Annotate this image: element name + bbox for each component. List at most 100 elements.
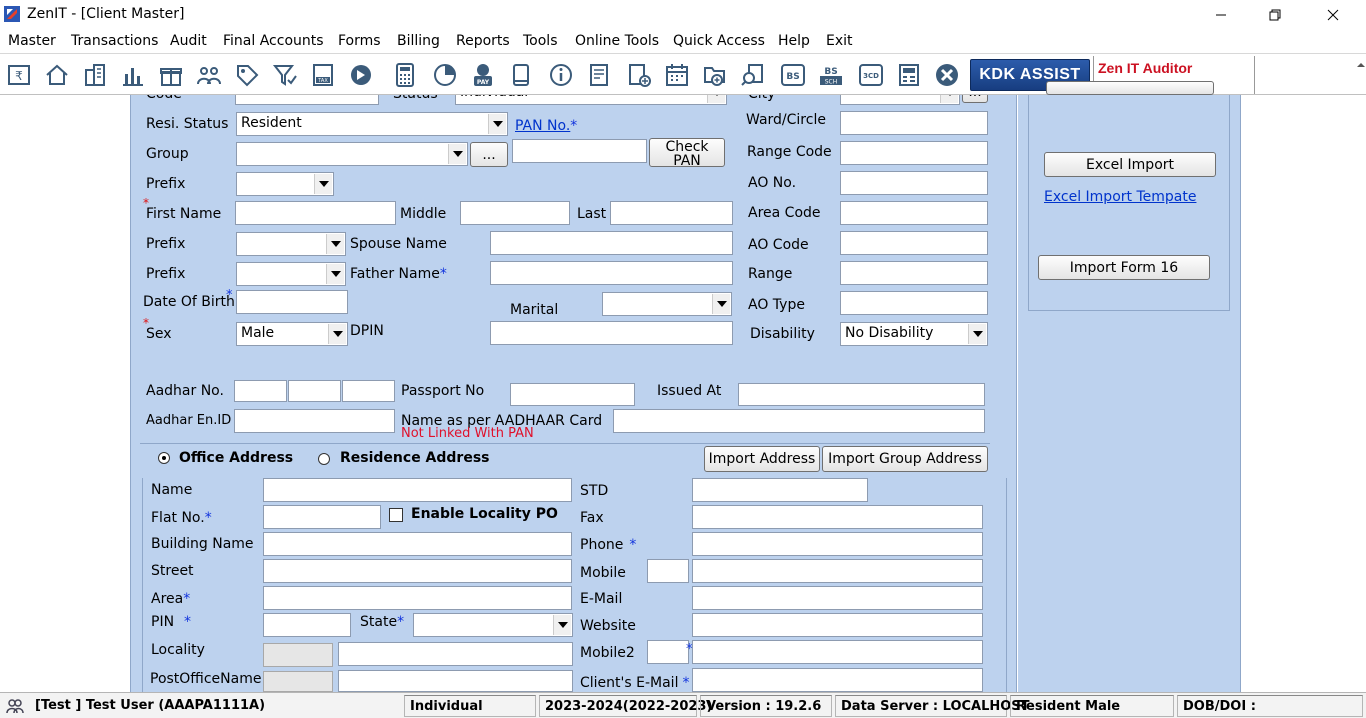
client-email-input[interactable] [692,668,983,692]
menu-help[interactable]: Help [778,33,810,49]
menu-audit[interactable]: Audit [170,33,207,49]
ao-type-input[interactable] [840,291,988,315]
std-input[interactable] [692,478,868,502]
tax-calculator-icon[interactable]: TAX [310,62,336,88]
addr-name-input[interactable] [263,478,572,502]
group-select[interactable] [236,142,468,166]
street-input[interactable] [263,559,572,583]
excel-import-button[interactable]: Excel Import [1044,152,1216,177]
home-icon[interactable] [44,62,70,88]
rupee-register-icon[interactable]: ₹ [6,62,32,88]
residence-address-radio[interactable] [318,453,330,465]
mobile2-code-input[interactable] [647,640,689,664]
import-group-address-button[interactable]: Import Group Address [822,446,988,472]
dpin-input[interactable] [490,321,733,345]
dob-input[interactable] [236,290,348,314]
play-forward-icon[interactable] [348,62,374,88]
disability-select[interactable]: No Disability [840,322,988,346]
marital-select[interactable] [602,292,732,316]
menu-billing[interactable]: Billing [397,33,440,49]
last-name-input[interactable] [610,201,733,225]
ward-circle-input[interactable] [840,111,988,135]
post-office-input[interactable] [338,670,573,692]
building-name-input[interactable] [263,532,572,556]
fax-input[interactable] [692,505,983,529]
tag-icon[interactable] [234,62,260,88]
range-code-input[interactable] [840,141,988,165]
top-panel-button[interactable] [1046,81,1214,95]
menu-final-accounts[interactable]: Final Accounts [223,33,324,49]
check-pan-button[interactable]: Check PAN [649,138,725,167]
bs-icon[interactable]: BS [780,62,806,88]
passport-input[interactable] [510,383,635,406]
gift-icon[interactable] [158,62,184,88]
flat-no-input[interactable] [263,505,381,529]
group-browse-button[interactable]: ... [470,142,508,167]
father-prefix-select[interactable] [236,262,346,286]
mobile-code-input[interactable] [647,559,689,583]
bar-chart-icon[interactable] [120,62,146,88]
toolbar-scroll-arrow[interactable] [1356,56,1366,94]
building-icon[interactable] [82,62,108,88]
menu-reports[interactable]: Reports [456,33,510,49]
state-select[interactable] [413,613,573,637]
folder-add-icon[interactable] [702,62,728,88]
form-grid-icon[interactable] [896,62,922,88]
calculator-icon[interactable] [392,62,418,88]
menu-forms[interactable]: Forms [338,33,381,49]
aadhar-enrolment-input[interactable] [234,409,395,433]
spouse-prefix-select[interactable] [236,232,346,256]
menu-tools[interactable]: Tools [523,33,558,49]
residence-address-label[interactable]: Residence Address [340,450,490,466]
aadhar-part3-input[interactable] [342,380,395,402]
enable-locality-checkbox[interactable] [389,508,403,522]
area-input[interactable] [263,586,572,610]
phone-input[interactable] [692,532,983,556]
locality-input[interactable] [338,642,573,666]
menu-quick-access[interactable]: Quick Access [673,33,765,49]
resi-status-select[interactable]: Resident [236,112,508,136]
ao-no-input[interactable] [840,171,988,195]
info-icon[interactable] [548,62,574,88]
aadhar-part1-input[interactable] [234,380,287,402]
excel-import-template-link[interactable]: Excel Import Tempate [1044,189,1196,205]
pie-chart-icon[interactable] [432,62,458,88]
email-input[interactable] [692,586,983,610]
report-sheet-icon[interactable] [586,62,612,88]
office-address-radio[interactable] [158,452,170,464]
name-as-aadhaar-input[interactable] [613,409,985,433]
filter-check-icon[interactable] [272,62,298,88]
mobile-input[interactable] [692,559,983,583]
search-document-icon[interactable] [740,62,766,88]
ao-code-input[interactable] [840,231,988,255]
calendar-icon[interactable] [664,62,690,88]
area-code-input[interactable] [840,201,988,225]
document-upload-icon[interactable] [626,62,652,88]
minimize-button[interactable] [1198,0,1244,30]
sex-select[interactable]: Male [236,322,348,346]
office-address-label[interactable]: Office Address [179,450,293,466]
bs-sch-icon[interactable]: BS SCH [818,62,844,88]
menu-master[interactable]: Master [8,33,56,49]
users-group-icon[interactable] [196,62,222,88]
first-name-input[interactable] [235,201,396,225]
menu-transactions[interactable]: Transactions [71,33,158,49]
close-circle-icon[interactable] [934,62,960,88]
menu-online-tools[interactable]: Online Tools [575,33,659,49]
aadhar-part2-input[interactable] [288,380,341,402]
mobile2-input[interactable] [692,640,983,664]
prefix-select[interactable] [236,172,334,196]
pan-input[interactable] [512,139,647,163]
menu-exit[interactable]: Exit [826,33,853,49]
3cd-icon[interactable]: 3CD [858,62,884,88]
issued-at-input[interactable] [738,383,985,406]
website-input[interactable] [692,613,983,637]
restore-button[interactable] [1252,0,1298,30]
middle-name-input[interactable] [460,201,570,225]
father-name-input[interactable] [490,261,733,285]
import-address-button[interactable]: Import Address [704,446,820,472]
pay-icon[interactable]: PAY [470,62,496,88]
pin-input[interactable] [263,613,351,637]
spouse-name-input[interactable] [490,231,733,255]
close-button[interactable] [1310,0,1356,30]
